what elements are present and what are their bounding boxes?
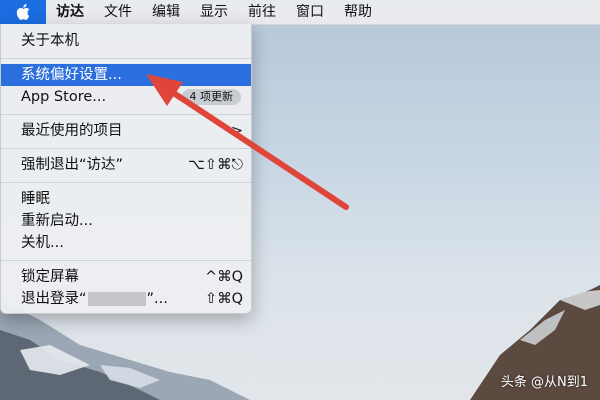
update-count-badge: 4 项更新 <box>181 89 241 105</box>
menu-item-lock-screen[interactable]: 锁定屏幕 ^⌘Q <box>1 266 251 288</box>
menu-item-app-store[interactable]: App Store... 4 项更新 <box>1 86 251 108</box>
menu-item-label: 关于本机 <box>21 33 79 49</box>
submenu-arrow-icon: > <box>230 123 243 139</box>
menu-item-label: 退出登录“ ”... <box>21 288 168 310</box>
menu-item-log-out[interactable]: 退出登录“ ”... ⇧⌘Q <box>1 288 251 310</box>
menu-item-label: 锁定屏幕 <box>21 269 79 285</box>
menu-window[interactable]: 窗口 <box>286 0 334 24</box>
menu-item-label: 睡眠 <box>21 191 50 207</box>
redacted-username <box>87 292 146 306</box>
menu-item-label: 重新启动... <box>21 213 93 229</box>
watermark-text: 头条 @从N到1 <box>500 375 588 390</box>
apple-menu-button[interactable] <box>0 0 46 24</box>
menu-item-label: 强制退出“访达” <box>21 157 124 173</box>
menu-item-label: 最近使用的项目 <box>21 123 123 139</box>
menu-file[interactable]: 文件 <box>94 0 142 24</box>
apple-logo-icon <box>16 4 30 20</box>
menu-item-recent-items[interactable]: 最近使用的项目 > <box>1 120 251 142</box>
shortcut-label: ⇧⌘Q <box>204 291 243 307</box>
menu-item-force-quit[interactable]: 强制退出“访达” ⌥⇧⌘⎋ <box>1 154 251 176</box>
menu-help[interactable]: 帮助 <box>334 0 382 24</box>
menu-item-label: 关机... <box>21 235 64 251</box>
menu-bar: 访达 文件 编辑 显示 前往 窗口 帮助 <box>0 0 600 25</box>
shortcut-label: ^⌘Q <box>204 269 243 285</box>
menu-item-sleep[interactable]: 睡眠 <box>1 188 251 210</box>
menu-item-shutdown[interactable]: 关机... <box>1 232 251 254</box>
logout-suffix: ”... <box>146 291 168 307</box>
menu-separator <box>1 260 251 261</box>
menu-item-label: App Store... <box>21 89 107 105</box>
logout-prefix: 退出登录“ <box>21 291 87 307</box>
menu-edit[interactable]: 编辑 <box>142 0 190 24</box>
menu-separator <box>1 182 251 183</box>
menu-item-system-preferences[interactable]: 系统偏好设置... <box>1 64 251 86</box>
menu-separator <box>1 58 251 59</box>
shortcut-label: ⌥⇧⌘⎋ <box>188 157 243 173</box>
menu-item-restart[interactable]: 重新启动... <box>1 210 251 232</box>
menu-item-label: 系统偏好设置... <box>21 67 122 83</box>
menu-item-about[interactable]: 关于本机 <box>1 30 251 52</box>
menu-go[interactable]: 前往 <box>238 0 286 24</box>
menu-separator <box>1 114 251 115</box>
apple-dropdown-menu: 关于本机 系统偏好设置... App Store... 4 项更新 最近使用的项… <box>0 24 252 314</box>
menu-view[interactable]: 显示 <box>190 0 238 24</box>
menu-separator <box>1 148 251 149</box>
menu-finder[interactable]: 访达 <box>46 0 94 24</box>
